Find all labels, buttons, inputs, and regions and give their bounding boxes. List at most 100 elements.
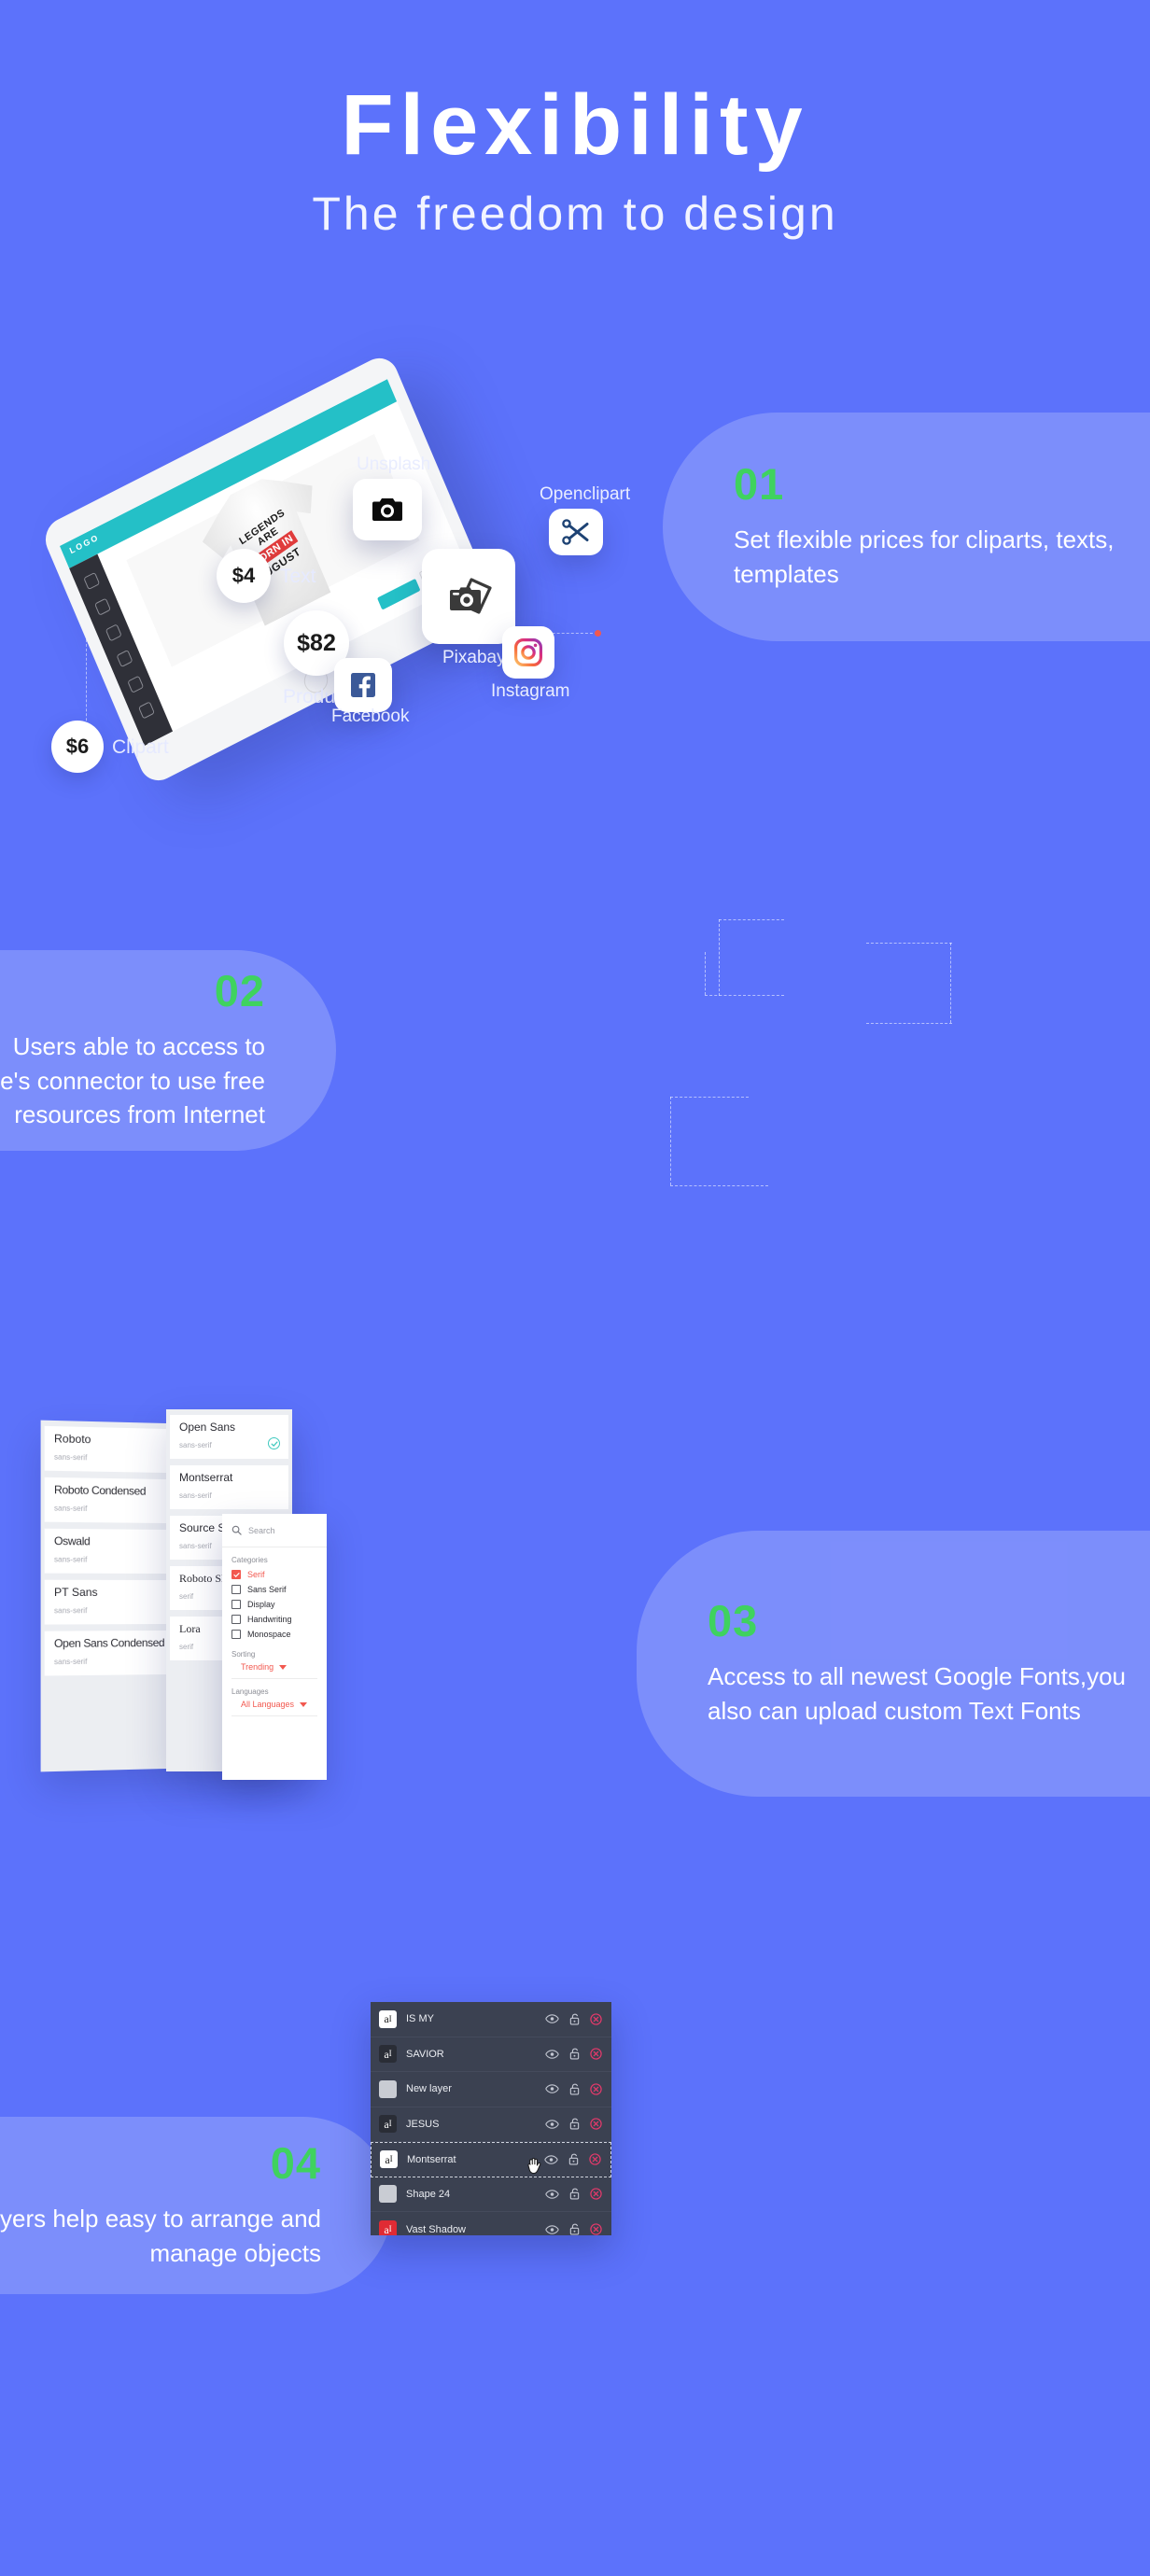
source-tile-facebook[interactable] (334, 658, 392, 712)
connector-openclipart-h2 (866, 1023, 952, 1024)
lock-icon[interactable] (569, 2083, 580, 2095)
delete-icon[interactable] (590, 2223, 602, 2235)
category-option-sans-serif[interactable]: Sans Serif (222, 1582, 327, 1597)
price-value: $6 (66, 735, 89, 759)
delete-icon[interactable] (590, 2048, 602, 2060)
tool-icon (117, 650, 133, 667)
layer-row[interactable]: aI JESUS (371, 2107, 611, 2143)
eye-icon[interactable] (545, 2190, 559, 2199)
chevron-down-icon (279, 1665, 287, 1670)
font-card[interactable]: Open Sans sans-serif (170, 1415, 288, 1459)
eye-icon[interactable] (545, 2084, 559, 2093)
feature-text-03: Access to all newest Google Fonts,you al… (708, 1659, 1150, 1729)
layer-actions (545, 2118, 602, 2130)
feature-text-01: Set flexible prices for cliparts, texts,… (734, 523, 1150, 592)
connector-facebook-h (670, 1097, 749, 1098)
price-bubble-clipart: $6 (51, 721, 104, 773)
font-search-placeholder: Search (248, 1526, 275, 1535)
checkbox-icon[interactable] (231, 1615, 241, 1624)
feature-number-01: 01 (734, 462, 1150, 506)
source-label-unsplash: Unsplash (357, 455, 430, 475)
layers-panel[interactable]: aI IS MY aI SAVIOR New layer aI JESUS a … (371, 2002, 611, 2235)
eye-icon[interactable] (545, 2120, 559, 2129)
tool-icon (138, 701, 155, 719)
layer-actions (545, 2223, 602, 2235)
lock-icon[interactable] (569, 2188, 580, 2200)
category-option-serif[interactable]: Serif (222, 1567, 327, 1582)
delete-icon[interactable] (590, 2083, 602, 2095)
layer-actions (545, 2048, 602, 2060)
price-bubble-text: $4 (217, 549, 271, 603)
delete-icon[interactable] (589, 2153, 601, 2165)
feature-card-01: 01 Set flexible prices for cliparts, tex… (663, 413, 1150, 641)
layer-row[interactable]: aI IS MY (371, 2002, 611, 2037)
instagram-icon (514, 638, 542, 666)
source-tile-instagram[interactable] (502, 626, 554, 679)
source-tile-pixabay[interactable] (422, 549, 515, 644)
feature-card-02: 02 Users able to access to Lumise's conn… (0, 950, 336, 1151)
connector-openclipart-v (950, 943, 951, 1023)
checkbox-checked-icon[interactable] (231, 1570, 241, 1579)
price-label-clipart: Clipart (112, 736, 169, 759)
eye-icon[interactable] (545, 2225, 559, 2234)
feature-card-04: 04 Layers help easy to arrange and manag… (0, 2117, 392, 2294)
lock-icon[interactable] (569, 2013, 580, 2025)
checkbox-icon[interactable] (231, 1600, 241, 1609)
layer-actions (544, 2153, 601, 2165)
category-label: Serif (247, 1570, 265, 1579)
price-value: $4 (232, 564, 255, 588)
layer-row[interactable]: aI SAVIOR (371, 2037, 611, 2073)
layer-name: JESUS (406, 2119, 545, 2130)
lock-icon[interactable] (569, 2223, 580, 2235)
layer-thumbnail-text: aI (379, 2115, 397, 2133)
layer-actions (545, 2013, 602, 2025)
lock-icon[interactable] (568, 2153, 579, 2165)
layer-row[interactable]: New layer (371, 2072, 611, 2107)
languages-select[interactable]: All Languages (231, 1699, 317, 1716)
checkbox-icon[interactable] (231, 1630, 241, 1639)
layer-name: New layer (406, 2083, 545, 2094)
tool-icon (83, 572, 100, 590)
connector-facebook-v (670, 1097, 671, 1185)
category-option-handwriting[interactable]: Handwriting (222, 1612, 327, 1627)
page-title: Flexibility (0, 82, 1150, 168)
eye-icon[interactable] (544, 2155, 558, 2164)
font-search-row[interactable]: Search (222, 1514, 327, 1547)
lock-icon[interactable] (569, 2048, 580, 2060)
category-option-display[interactable]: Display (222, 1597, 327, 1612)
delete-icon[interactable] (590, 2013, 602, 2025)
feature-card-03: 03 Access to all newest Google Fonts,you… (637, 1531, 1150, 1797)
categories-label: Categories (222, 1547, 327, 1567)
chevron-down-icon (300, 1702, 307, 1707)
delete-icon[interactable] (590, 2118, 602, 2130)
scissors-icon (561, 518, 591, 546)
source-tile-unsplash[interactable] (353, 479, 422, 540)
source-tile-openclipart[interactable] (549, 509, 603, 555)
feature-text-02: Users able to access to Lumise's connect… (0, 1029, 265, 1133)
layer-actions (545, 2188, 602, 2200)
category-label: Handwriting (247, 1615, 292, 1624)
font-filter-panel[interactable]: Search Categories Serif Sans Serif Displ… (222, 1514, 327, 1780)
sorting-select[interactable]: Trending (231, 1661, 317, 1679)
feature-number-04: 04 (271, 2141, 321, 2185)
category-option-monospace[interactable]: Monospace (222, 1627, 327, 1642)
tool-icon (127, 676, 144, 693)
eye-icon[interactable] (545, 2050, 559, 2059)
layer-row[interactable]: Shape 24 (371, 2177, 611, 2213)
app-primary-button[interactable] (377, 579, 420, 610)
layer-row-selected[interactable]: aI Montserrat (371, 2142, 611, 2177)
feature-number-02: 02 (215, 969, 265, 1013)
category-label: Display (247, 1600, 275, 1609)
layer-actions (545, 2083, 602, 2095)
feature-number-03: 03 (708, 1599, 1150, 1643)
layer-name: Vast Shadow (406, 2224, 545, 2235)
delete-icon[interactable] (590, 2188, 602, 2200)
layer-row[interactable]: aI Vast Shadow (371, 2212, 611, 2235)
font-card[interactable]: Montserrat sans-serif (170, 1465, 288, 1509)
lock-icon[interactable] (569, 2118, 580, 2130)
price-label-text: Text (280, 566, 316, 588)
checkbox-icon[interactable] (231, 1585, 241, 1594)
eye-icon[interactable] (545, 2014, 559, 2023)
page-header: Flexibility The freedom to design (0, 0, 1150, 240)
sorting-label: Sorting (222, 1642, 327, 1661)
